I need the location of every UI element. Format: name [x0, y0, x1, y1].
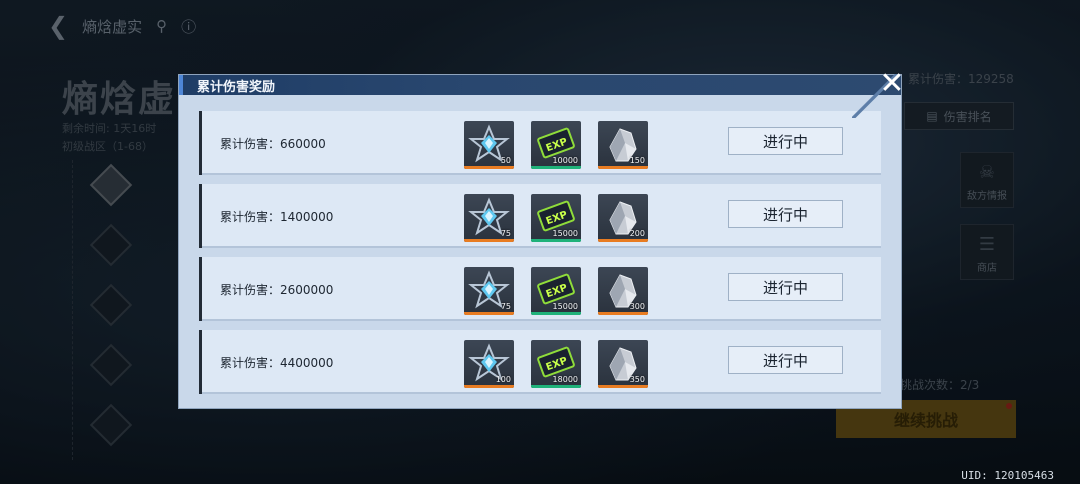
status-button[interactable]: 进行中 [728, 127, 843, 155]
exp-card-item[interactable]: EXP 15000 [531, 267, 581, 315]
item-quantity: 10000 [552, 156, 578, 165]
rarity-stripe [531, 239, 581, 242]
rarity-stripe [531, 312, 581, 315]
ore-crystal-item[interactable]: 200 [598, 194, 648, 242]
exp-card-item[interactable]: EXP 10000 [531, 121, 581, 169]
rarity-stripe [464, 239, 514, 242]
item-quantity: 100 [495, 375, 511, 384]
rarity-stripe [598, 312, 648, 315]
rarity-stripe [598, 239, 648, 242]
status-button[interactable]: 进行中 [728, 200, 843, 228]
item-quantity: 75 [500, 229, 511, 238]
exp-card-item[interactable]: EXP 15000 [531, 194, 581, 242]
reward-row: 累计伤害：1400000 75 EXP 15000 200 进行中 [199, 184, 881, 248]
item-quantity: 150 [629, 156, 645, 165]
damage-threshold-label: 累计伤害：2600000 [220, 283, 334, 297]
exp-card-item[interactable]: EXP 18000 [531, 340, 581, 388]
rarity-stripe [531, 166, 581, 169]
star-crystal-item[interactable]: 50 [464, 121, 514, 169]
item-quantity: 50 [500, 156, 511, 165]
star-crystal-item[interactable]: 75 [464, 267, 514, 315]
item-quantity: 15000 [552, 302, 578, 311]
rarity-stripe [464, 312, 514, 315]
star-crystal-item[interactable]: 100 [464, 340, 514, 388]
rarity-stripe [464, 385, 514, 388]
status-button[interactable]: 进行中 [728, 273, 843, 301]
item-quantity: 300 [629, 302, 645, 311]
reward-modal: 累计伤害奖励 累计伤害：660000 50 EXP 10000 150 进行中 … [178, 74, 902, 409]
rarity-stripe [464, 166, 514, 169]
star-crystal-item[interactable]: 75 [464, 194, 514, 242]
rarity-stripe [531, 385, 581, 388]
item-quantity: 350 [629, 375, 645, 384]
rarity-stripe [598, 166, 648, 169]
reward-row: 累计伤害：2600000 75 EXP 15000 300 进行中 [199, 257, 881, 321]
reward-row: 累计伤害：4400000 100 EXP 18000 350 进行中 [199, 330, 881, 394]
ore-crystal-item[interactable]: 300 [598, 267, 648, 315]
item-quantity: 18000 [552, 375, 578, 384]
damage-threshold-label: 累计伤害：4400000 [220, 356, 334, 370]
modal-header: 累计伤害奖励 [179, 75, 901, 95]
item-quantity: 75 [500, 302, 511, 311]
ore-crystal-item[interactable]: 150 [598, 121, 648, 169]
modal-title: 累计伤害奖励 [197, 80, 276, 95]
item-quantity: 15000 [552, 229, 578, 238]
uid-label: UID: 120105463 [961, 469, 1054, 482]
damage-threshold-label: 累计伤害：660000 [220, 137, 326, 151]
item-quantity: 200 [629, 229, 645, 238]
ore-crystal-item[interactable]: 350 [598, 340, 648, 388]
rarity-stripe [598, 385, 648, 388]
close-icon[interactable]: ✕ [874, 66, 910, 102]
damage-threshold-label: 累计伤害：1400000 [220, 210, 334, 224]
status-button[interactable]: 进行中 [728, 346, 843, 374]
reward-row: 累计伤害：660000 50 EXP 10000 150 进行中 [199, 111, 881, 175]
